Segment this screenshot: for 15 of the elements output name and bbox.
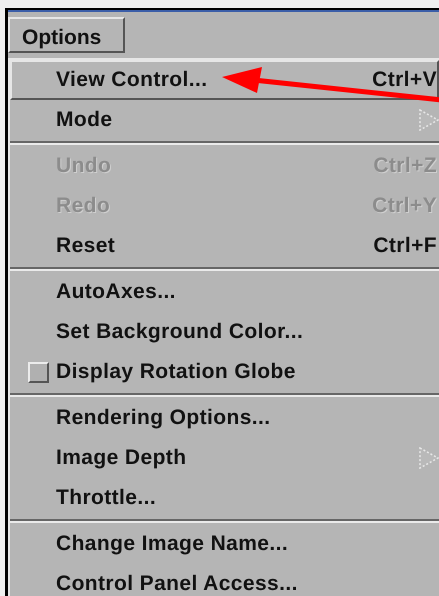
menu-item[interactable]: Set Background Color... — [10, 312, 439, 352]
menu-button[interactable]: Options — [8, 17, 125, 53]
menu-item[interactable]: Change Image Name... — [10, 524, 439, 564]
menu-item[interactable]: Throttle... — [10, 478, 439, 518]
menu-item[interactable]: View Control... Ctrl+V — [10, 60, 439, 100]
menu-item[interactable]: Rendering Options... — [10, 398, 439, 438]
shortcut-text: Ctrl+V — [372, 68, 437, 92]
menu-item[interactable]: AutoAxes... — [10, 272, 439, 312]
menu-item[interactable]: Reset Ctrl+F — [10, 226, 439, 266]
menu-item[interactable]: Mode — [10, 100, 439, 140]
menu-item[interactable]: Image Depth — [10, 438, 439, 478]
checkbox[interactable] — [28, 362, 48, 382]
menu-item[interactable]: Display Rotation Globe — [10, 352, 439, 392]
menu-item[interactable]: Control Panel Access... — [10, 564, 439, 596]
shortcut-text: Ctrl+F — [373, 234, 437, 258]
